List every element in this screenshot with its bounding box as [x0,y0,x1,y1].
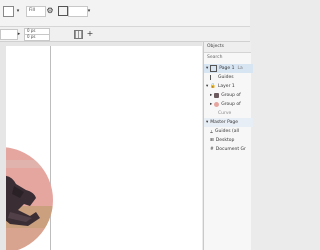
guides-icon: ⟂ [210,129,214,135]
chevron-right-icon[interactable]: ▸ [210,93,212,98]
arrow-icon: ▸ [17,30,21,37]
lock-icon[interactable]: 🔒 [210,84,216,89]
tree-row-label: Layer 1 [217,84,235,89]
width-value: 0 ps [27,28,36,33]
position-field[interactable] [0,29,18,40]
tree-row-label: Desktop [215,138,235,143]
zoom-dropdown[interactable] [68,6,88,17]
grid-icon: # [210,147,214,152]
style-dropdown-label: Fill [29,8,36,13]
tree-row-group-1[interactable]: ▸ Group of [204,91,257,100]
chevron-down-icon[interactable]: ▾ [206,84,208,89]
tree-row-label: Curve [218,111,232,116]
dropdown-arrow-icon[interactable]: ▾ [15,7,21,14]
chevron-right-icon[interactable]: ▸ [210,102,212,107]
height-field[interactable]: 0 ps [24,34,50,41]
property-toolbar: ▾ Fill ⚙ ▾ [0,0,250,27]
settings-gear-icon[interactable]: ⚙ [46,6,54,15]
tree-row-guides-all[interactable]: ⟂ Guides (all [204,127,257,136]
objects-panel-header: Objects [204,42,251,53]
grid-icon[interactable] [74,30,83,39]
tree-row-curve[interactable]: Curve [204,109,265,118]
tree-row-group-2[interactable]: ▸ Group of [204,100,257,109]
chevron-down-icon[interactable]: ▾ [206,66,208,71]
tree-row-page-1[interactable]: ▾ Page 1 La [204,64,253,73]
guides-icon [210,75,216,80]
tree-row-label: Group of [221,102,241,107]
tree-row-document-grid[interactable]: # Document Gr [204,145,257,154]
tree-row-label: Guides (all [215,129,240,134]
frame-icon[interactable] [58,6,68,16]
tree-row-label: Document Gr [215,147,246,152]
tree-row-guides[interactable]: Guides [204,73,257,82]
objects-panel-title: Objects [207,44,225,49]
circle-thumbnail-icon [214,102,220,107]
tree-row-label: Page 1 [219,66,235,71]
chevron-down-icon[interactable]: ▾ [206,120,208,125]
coordinate-toolbar: ▸ 0 ps 0 ps + [0,27,250,42]
tree-row-layer-1[interactable]: ▾ 🔒 Layer 1 [204,82,253,91]
tree-row-label: Group of [221,93,241,98]
objects-search[interactable]: Search [204,53,254,62]
group-thumbnail-icon [214,93,220,98]
search-input-label: Search [207,55,223,60]
circular-artwork[interactable] [6,146,55,250]
style-dropdown[interactable]: Fill [26,6,46,17]
tree-row-label: Guides [218,75,234,80]
objects-panel: Objects Search ▾ Page 1 La Guides ▾ 🔒 La… [203,42,254,250]
tree-row-desktop[interactable]: ⊞ Desktop [204,136,257,145]
desktop-icon: ⊞ [210,138,214,143]
height-value: 0 ps [27,34,36,39]
tree-row-label: Master Page [210,120,238,125]
zoom-dropdown-arrow-icon[interactable]: ▾ [86,6,92,15]
tree-row-extra: La [237,66,243,71]
plus-icon[interactable]: + [86,29,94,38]
select-tool-icon[interactable] [3,6,14,17]
page-icon [210,65,218,72]
tree-row-master-page[interactable]: ▾ Master Page [204,118,253,127]
